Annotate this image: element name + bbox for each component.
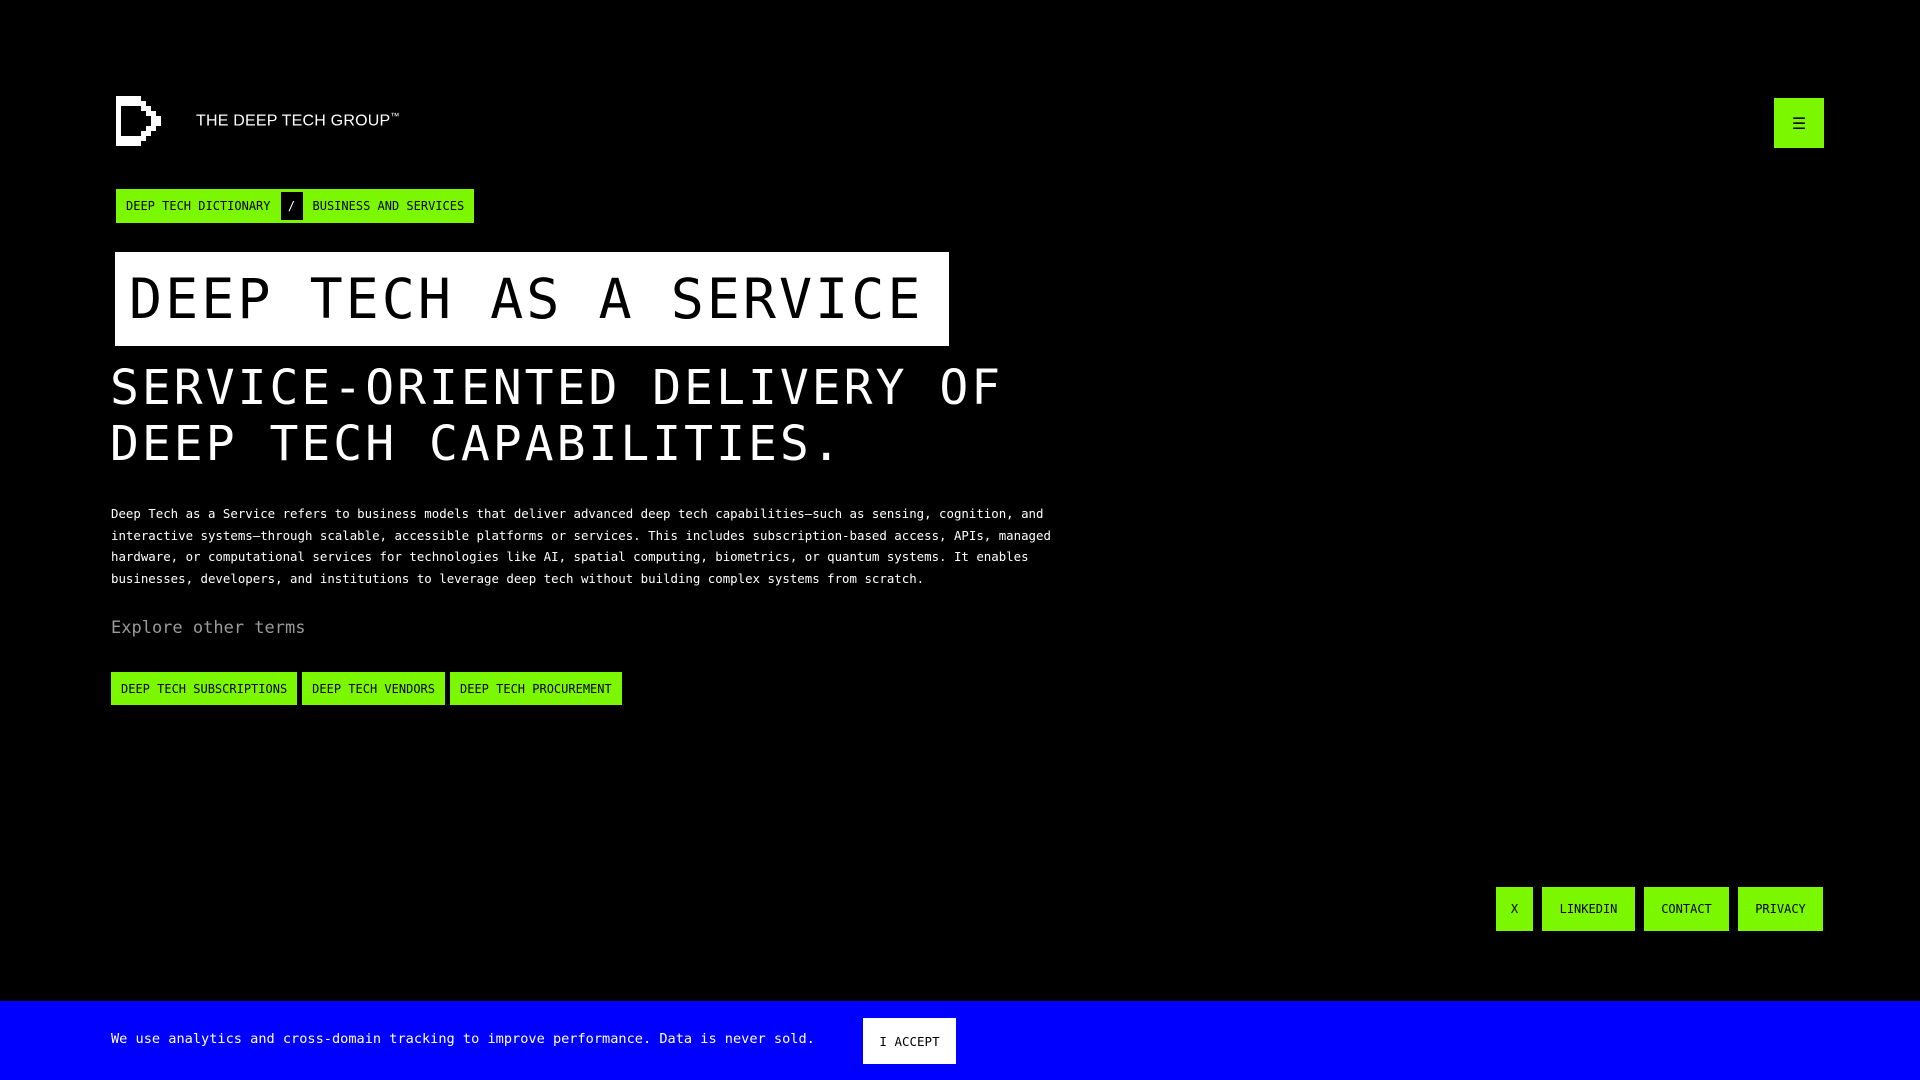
accept-cookies-button[interactable]: I ACCEPT (863, 1018, 956, 1064)
footer-link-privacy[interactable]: PRIVACY (1738, 887, 1823, 931)
brand-name: THE DEEP TECH GROUP™ (196, 111, 400, 130)
hamburger-menu-icon: ☰ (1791, 113, 1807, 133)
footer-links: X LINKEDIN CONTACT PRIVACY (1496, 887, 1823, 931)
footer-link-x[interactable]: X (1496, 887, 1533, 931)
term-tag-subscriptions[interactable]: DEEP TECH SUBSCRIPTIONS (111, 672, 298, 705)
pixel-chevron-logo-icon (116, 96, 166, 146)
page: THE DEEP TECH GROUP™ ☰ DEEP TECH DICTION… (0, 0, 1920, 1080)
term-tag-vendors[interactable]: DEEP TECH VENDORS (302, 672, 445, 705)
footer-link-linkedin[interactable]: LINKEDIN (1542, 887, 1635, 931)
page-title: DEEP TECH AS A SERVICE (129, 267, 924, 331)
breadcrumb: DEEP TECH DICTIONARY / BUSINESS AND SERV… (116, 189, 475, 223)
footer-link-contact[interactable]: CONTACT (1644, 887, 1729, 931)
term-tag-procurement[interactable]: DEEP TECH PROCUREMENT (450, 672, 622, 705)
breadcrumb-item-dictionary[interactable]: DEEP TECH DICTIONARY (116, 189, 281, 223)
brand-name-text: THE DEEP TECH GROUP (196, 112, 391, 130)
breadcrumb-separator: / (280, 192, 303, 220)
cookie-message: We use analytics and cross-domain tracki… (111, 1031, 815, 1047)
page-subtitle: SERVICE-ORIENTED DELIVERY OF DEEP TECH C… (110, 360, 1004, 472)
menu-button[interactable]: ☰ (1774, 98, 1824, 148)
term-description: Deep Tech as a Service refers to busines… (111, 506, 1051, 587)
cookie-banner: We use analytics and cross-domain tracki… (0, 1001, 1920, 1080)
home-logo-link[interactable]: THE DEEP TECH GROUP™ (116, 96, 400, 146)
trademark-mark: ™ (390, 111, 400, 122)
page-title-box: DEEP TECH AS A SERVICE (115, 252, 949, 346)
explore-label: Explore other terms (111, 618, 306, 638)
related-terms: DEEP TECH SUBSCRIPTIONS DEEP TECH VENDOR… (111, 672, 622, 705)
breadcrumb-item-business-and-services[interactable]: BUSINESS AND SERVICES (303, 189, 475, 223)
